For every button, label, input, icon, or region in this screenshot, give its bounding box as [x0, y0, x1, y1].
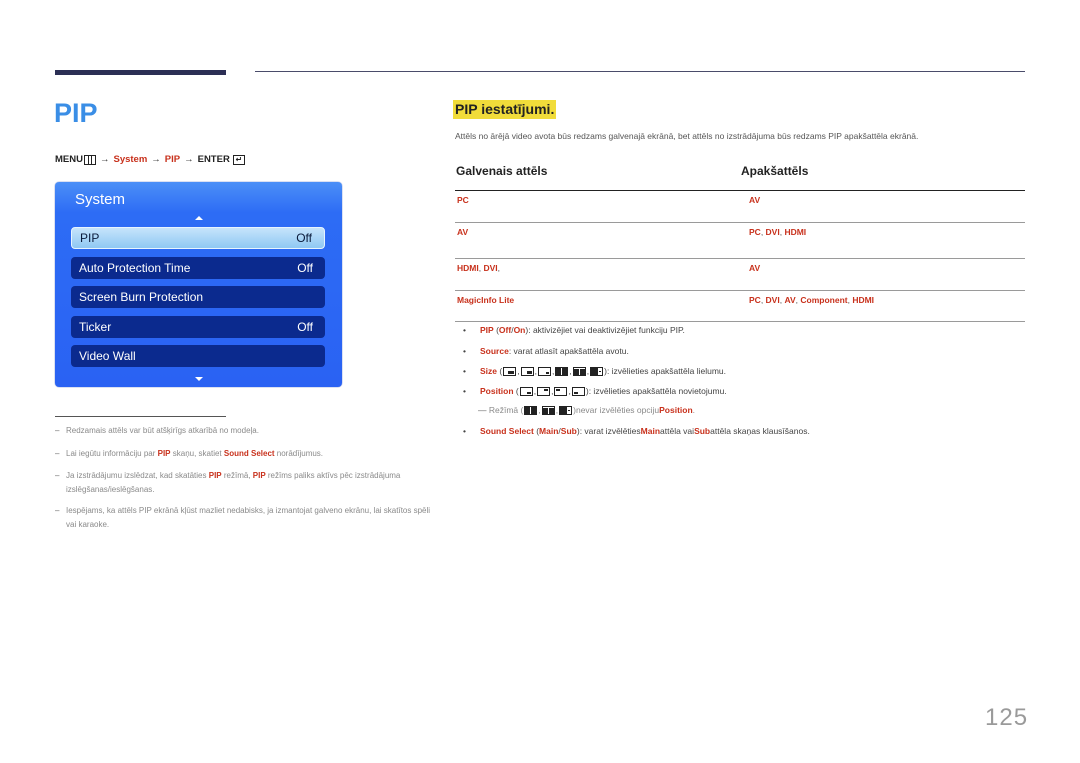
source-name: DVI — [765, 295, 780, 305]
source-name: AV — [457, 227, 469, 237]
breadcrumb-system: System — [113, 154, 148, 165]
osd-item-label: PIP — [80, 231, 100, 245]
size-medium-icon — [520, 366, 534, 376]
osd-item-screen-burn-protection[interactable]: Screen Burn Protection — [71, 286, 325, 308]
osd-item-video-wall[interactable]: Video Wall — [71, 345, 325, 367]
table-row-divider — [455, 290, 1025, 291]
bullet-size: • Size ( , , , , , ): izvēlieties apakša… — [463, 366, 726, 376]
section-intro: Attēls no ārējā video avota būs redzams … — [455, 131, 919, 141]
scroll-up-icon[interactable] — [195, 216, 203, 220]
source-name: PC — [749, 295, 761, 305]
bullet-source: • Source: varat atlasīt apakšattēla avot… — [463, 346, 629, 356]
table-header-main: Galvenais attēls — [456, 164, 548, 178]
osd-item-ticker[interactable]: Ticker Off — [71, 316, 325, 338]
position-bottom-left-icon — [571, 386, 585, 396]
position-top-right-icon — [537, 386, 551, 396]
bullet-pip: • PIP (Off / On): aktivizējiet vai deaktiv… — [463, 325, 685, 335]
osd-item-value: Off — [296, 231, 312, 245]
source-name: HDMI — [457, 263, 479, 273]
mode-split-even-icon — [524, 405, 538, 415]
source-name: HDMI — [852, 295, 875, 305]
source-name: HDMI — [784, 227, 807, 237]
table-cell-main: MagicInfo Lite — [457, 295, 514, 305]
table-row-divider — [455, 222, 1025, 223]
menu-icon — [83, 154, 96, 165]
arrow-icon: → — [99, 154, 110, 165]
osd-item-auto-protection-time[interactable]: Auto Protection Time Off — [71, 257, 325, 279]
osd-item-value: Off — [297, 320, 313, 334]
page-title: PIP — [54, 98, 98, 128]
breadcrumb-pip: PIP — [164, 154, 181, 165]
source-name: AV — [784, 295, 796, 305]
arrow-icon: → — [151, 154, 161, 165]
source-name: PC — [749, 227, 761, 237]
table-row-divider — [455, 258, 1025, 259]
bullet-position: • Position ( , , , ): izvēlieties apakša… — [463, 386, 727, 396]
size-split-even-icon — [555, 366, 569, 376]
size-split-large-icon — [590, 366, 604, 376]
enter-icon: ↵ — [232, 154, 245, 165]
size-split-wide-icon — [572, 366, 586, 376]
table-top-rule — [455, 190, 1025, 191]
source-name: MagicInfo Lite — [457, 295, 515, 305]
table-cell-sub: AV — [749, 263, 760, 273]
table-row-divider — [455, 321, 1025, 322]
breadcrumb: MENU → System → PIP → ENTER ↵ — [55, 154, 245, 165]
mode-split-large-icon — [559, 405, 573, 415]
source-name: DVI — [483, 263, 498, 273]
source-name: DVI — [765, 227, 780, 237]
table-cell-main: PC — [457, 195, 469, 205]
source-name: Component — [800, 295, 848, 305]
osd-item-pip[interactable]: PIP Off — [71, 227, 325, 249]
source-name: AV — [749, 263, 761, 273]
position-top-left-icon — [554, 386, 568, 396]
bullet-sound-select: • Sound Select (Main / Sub): varat izvēlēt… — [463, 426, 810, 436]
table-cell-sub: PC, DVI, HDMI — [749, 227, 807, 237]
table-header-sub: Apakšattēls — [741, 164, 809, 178]
system-menu-osd: System PIP Off Auto Protection Time Off … — [55, 182, 342, 387]
osd-item-label: Auto Protection Time — [79, 261, 191, 275]
table-cell-main: HDMI, DVI, — [457, 263, 501, 273]
position-bottom-right-icon — [519, 386, 533, 396]
breadcrumb-enter: ENTER — [197, 154, 230, 165]
osd-title: System — [75, 191, 126, 208]
header-rule-thick — [55, 70, 226, 75]
osd-item-label: Ticker — [79, 320, 112, 334]
osd-item-value: Off — [297, 261, 313, 275]
mode-split-wide-icon — [541, 405, 555, 415]
source-name: PC — [457, 195, 469, 205]
note-item: Redzamais attēls var būt atšķirīgs atkar… — [55, 424, 435, 438]
osd-item-label: Screen Burn Protection — [79, 290, 204, 304]
position-subnote: — Režīmā ( , , ) nevar izvēlēties opciju… — [478, 405, 696, 415]
table-cell-main: AV — [457, 227, 468, 237]
size-small-icon — [503, 366, 517, 376]
table-cell-sub: AV — [749, 195, 760, 205]
arrow-icon: → — [184, 154, 194, 165]
section-heading: PIP iestatījumi. — [453, 100, 557, 119]
note-item: Iespējams, ka attēls PIP ekrānā kļūst ma… — [55, 504, 435, 532]
table-cell-sub: PC, DVI, AV, Component, HDMI — [749, 295, 875, 305]
osd-item-label: Video Wall — [79, 349, 136, 363]
breadcrumb-menu: MENU — [55, 154, 83, 165]
source-name: AV — [749, 195, 761, 205]
size-tiny-icon — [537, 366, 551, 376]
header-rule-thin — [255, 71, 1025, 72]
page-number: 125 — [985, 704, 1029, 731]
footnote-divider — [55, 416, 226, 417]
note-item: Lai iegūtu informāciju par PIP skaņu, sk… — [55, 447, 435, 461]
scroll-down-icon[interactable] — [195, 377, 203, 381]
note-item: Ja izstrādājumu izslēdzat, kad skatāties… — [55, 469, 435, 497]
